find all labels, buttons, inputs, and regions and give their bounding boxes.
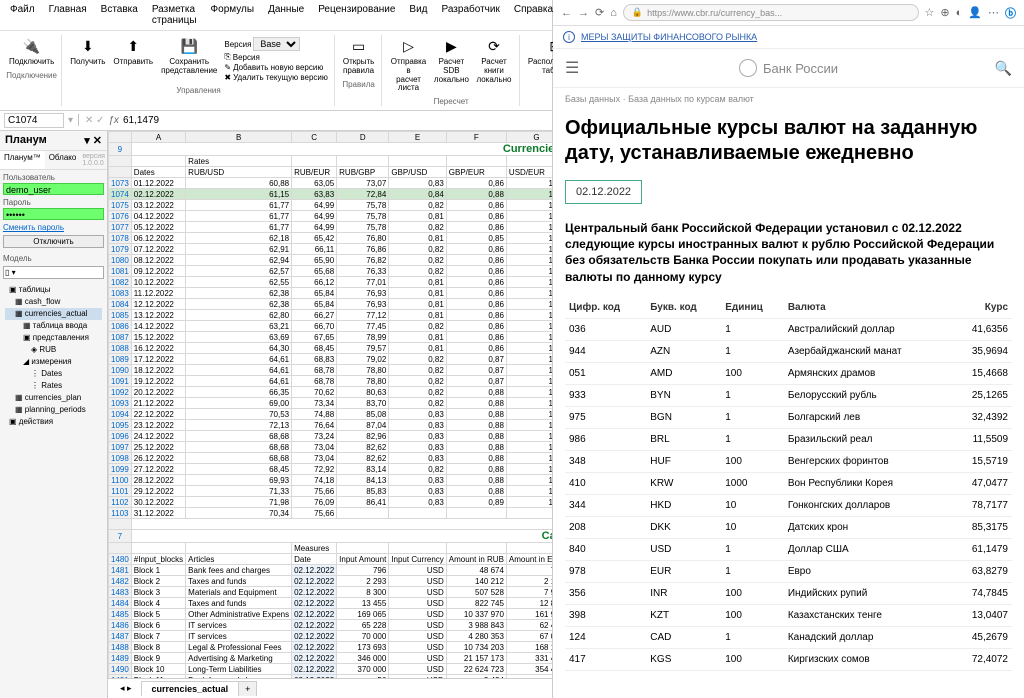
rate-row: 986BRL1Бразильский реал11,5509 [565,428,1012,450]
ribbon-btn[interactable]: ▷Отправка врасчет листа [387,35,429,95]
tree-node[interactable]: ▣ действия [5,416,102,428]
ribbon-btn[interactable]: ⬆Отправить [110,35,156,84]
rate-row: 356INR100Индийских рупий74,7845 [565,582,1012,604]
tree-node[interactable]: ▦ cash_flow [5,296,102,308]
rate-row: 398KZT100Казахстанских тенге13,0407 [565,604,1012,626]
rate-row: 410KRW1000Вон Республики Корея47,0477 [565,472,1012,494]
fav-icon[interactable]: ☆ [925,6,935,19]
sheet-tabs: ◂ ▸ currencies_actual + [108,678,552,698]
ribbon: 🔌ПодключитьПодключение⬇Получить⬆Отправит… [0,31,552,111]
rate-row: 840USD1Доллар США61,1479 [565,538,1012,560]
fx-label: ƒx [108,115,119,126]
menu-3[interactable]: Разметка страницы [146,2,203,28]
rate-row: 036AUD1Австралийский доллар41,6356 [565,318,1012,340]
page-title: Официальные курсы валют на заданную дату… [565,116,1012,166]
ribbon-btn[interactable]: 💾Сохранитьпредставление [158,35,220,84]
rate-row: 348HUF100Венгерских форинтов15,5719 [565,450,1012,472]
tree-node[interactable]: ▦ currencies_actual [5,308,102,320]
app-menubar: ФайлГлавнаяВставкаРазметка страницыФорму… [0,0,552,31]
model-tree: ▣ таблицы▦ cash_flow▦ currencies_actual▦… [3,282,104,430]
site-logo[interactable]: Банк России [739,59,838,77]
menu-4[interactable]: Формулы [205,2,261,28]
burger-icon[interactable]: ☰ [565,58,579,78]
menu-1[interactable]: Главная [43,2,93,28]
rate-row: 978EUR1Евро63,8279 [565,560,1012,582]
menu-8[interactable]: Разработчик [436,2,506,28]
ribbon-btn[interactable]: ▶Расчет SDBлокально [432,35,471,95]
breadcrumb[interactable]: Базы данных · База данных по курсам валю… [553,88,1024,110]
menu-0[interactable]: Файл [4,2,41,28]
tree-node[interactable]: ▦ currencies_plan [5,392,102,404]
copilot-icon[interactable]: ⓑ [1005,5,1016,21]
tree-node[interactable]: ◈ RUB [5,344,102,356]
ext1-icon[interactable]: ⊕ [940,6,949,19]
formula-bar: ▾ │ ✕ ✓ ƒx 61,1479 [0,111,552,131]
search-icon[interactable]: 🔍 [995,60,1012,77]
home-icon[interactable]: ⌂ [610,7,617,19]
browser-toolbar: ← → ⟳ ⌂ 🔒 https://www.cbr.ru/currency_ba… [553,0,1024,26]
site-header: ☰ Банк России 🔍 [553,49,1024,88]
sidebar-pin-icon[interactable]: ▾ ✕ [84,134,102,147]
ribbon-btn[interactable]: ▭Открытьправила [340,35,377,78]
rates-table: Цифр. кодБукв. кодЕдиницВалютаКурс036AUD… [565,297,1012,671]
ribbon-btn[interactable]: ⟳Расчет книгилокально [473,35,515,95]
back-icon[interactable]: ← [561,7,572,19]
menu-6[interactable]: Рецензирование [312,2,401,28]
user-input[interactable]: demo_user [3,183,104,195]
browser-pane: ← → ⟳ ⌂ 🔒 https://www.cbr.ru/currency_ba… [553,0,1024,698]
sidebar-title: Планум [5,134,47,147]
rate-row: 208DKK10Датских крон85,3175 [565,516,1012,538]
tree-node[interactable]: ▣ представления [5,332,102,344]
disconnect-button[interactable]: Отключить [3,235,104,248]
add-sheet[interactable]: + [238,681,257,696]
intro-text: Центральный банк Российской Федерации ус… [565,220,1012,285]
sidebar-tab-cloud[interactable]: Облако [45,151,81,169]
sheet-tab[interactable]: currencies_actual [141,681,240,696]
rate-row: 417KGS100Киргизских сомов72,4072 [565,648,1012,670]
tree-node[interactable]: ▦ таблица ввода [5,320,102,332]
profile-icon[interactable]: 👤 [968,6,982,19]
rate-row: 944AZN1Азербайджанский манат35,9694 [565,340,1012,362]
formula-value[interactable]: 61,1479 [123,115,159,126]
rate-row: 933BYN1Белорусский рубль25,1265 [565,384,1012,406]
rate-row: 975BGN1Болгарский лев32,4392 [565,406,1012,428]
tree-node[interactable]: ▣ таблицы [5,284,102,296]
menu-9[interactable]: Справка [508,2,559,28]
rate-row: 344HKD10Гонконгских долларов78,7177 [565,494,1012,516]
url-bar[interactable]: 🔒 https://www.cbr.ru/currency_bas... [623,4,919,21]
tree-node[interactable]: ⋮ Dates [5,368,102,380]
name-box[interactable] [4,113,64,128]
menu-5[interactable]: Данные [262,2,310,28]
fwd-icon[interactable]: → [578,7,589,19]
menu-2[interactable]: Вставка [95,2,144,28]
tree-node[interactable]: ◢ измерения [5,356,102,368]
model-select[interactable]: ▯ ▾ [3,266,104,279]
menu-icon[interactable]: ⋯ [988,6,999,19]
sidebar-panel: Планум ▾ ✕ Планум™ Облако версия 1.0.0.0… [0,131,108,698]
info-icon: i [563,31,575,43]
spreadsheet-grid: ABCDEFGHI9Currencies ActualRatesDatesRUB… [108,131,552,678]
change-pass-link[interactable]: Сменить пароль [3,223,104,232]
rate-row: 051AMD100Армянских драмов15,4668 [565,362,1012,384]
rate-row: 124CAD1Канадский доллар45,2679 [565,626,1012,648]
sidebar-tab-planum[interactable]: Планум™ [0,151,45,169]
alert-banner[interactable]: i МЕРЫ ЗАЩИТЫ ФИНАНСОВОГО РЫНКА [553,26,1024,49]
pass-input[interactable]: •••••• [3,208,104,220]
menu-7[interactable]: Вид [403,2,433,28]
reload-icon[interactable]: ⟳ [595,6,604,19]
tree-node[interactable]: ⋮ Rates [5,380,102,392]
ext2-icon[interactable]: ◐ [956,7,963,19]
date-picker[interactable]: 02.12.2022 [565,180,642,204]
tree-node[interactable]: ▦ planning_periods [5,404,102,416]
ribbon-btn[interactable]: 🔌Подключить [6,35,57,69]
sidebar-version: версия 1.0.0.0 [80,151,107,169]
ribbon-btn[interactable]: ⬇Получить [67,35,108,84]
